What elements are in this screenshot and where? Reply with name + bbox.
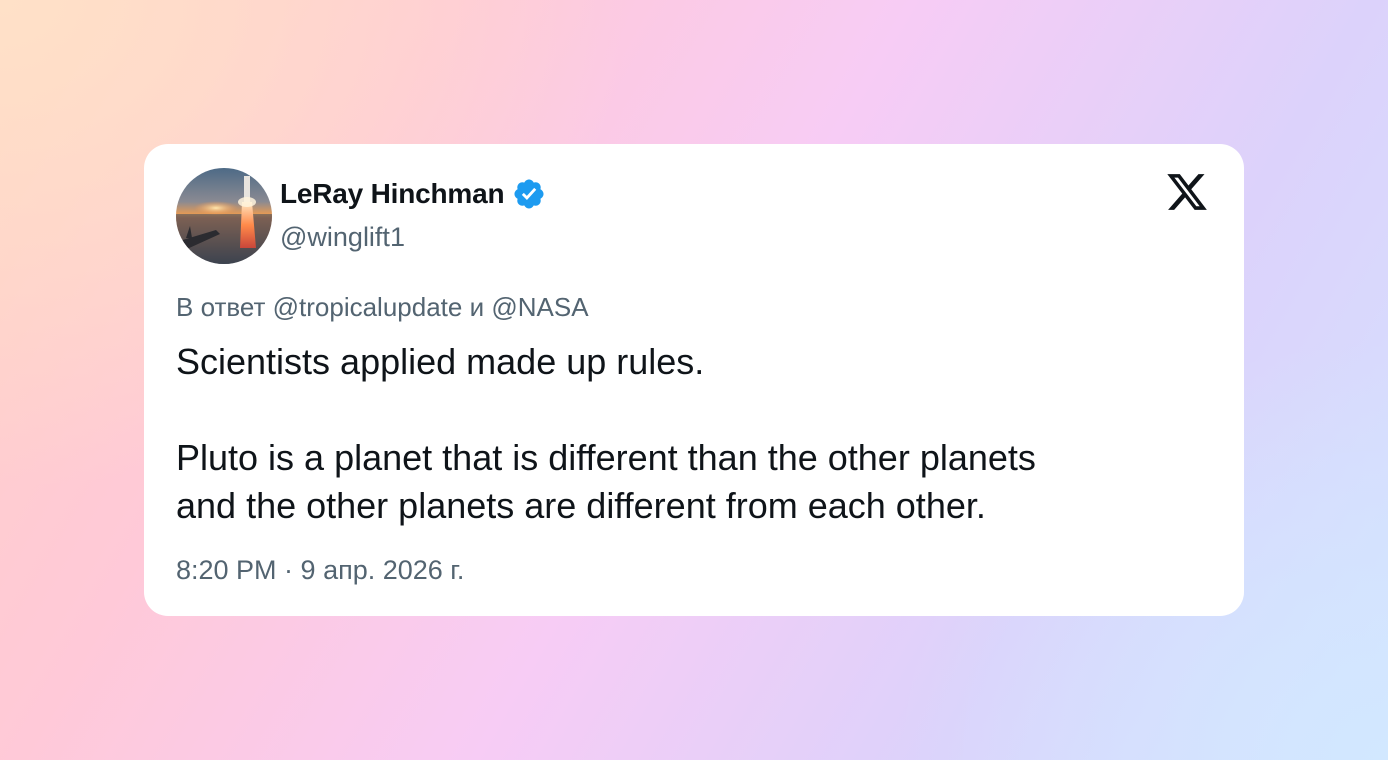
tweet-paragraph-2-line-1: Pluto is a planet that is different than… — [176, 437, 1036, 478]
reply-conjunction: и — [469, 292, 485, 322]
tweet-paragraph-2-line-2: and the other planets are different from… — [176, 485, 986, 526]
verified-badge-icon — [512, 177, 546, 211]
author-avatar[interactable] — [176, 168, 272, 264]
tweet-paragraph-1: Scientists applied made up rules. — [176, 341, 705, 382]
reply-context: В ответ @tropicalupdate и @NASA — [176, 292, 589, 323]
author-handle[interactable]: @winglift1 — [280, 222, 405, 253]
tweet-timestamp[interactable]: 8:20 PM · 9 апр. 2026 г. — [176, 555, 464, 586]
tweet-text: Scientists applied made up rules. Pluto … — [176, 338, 1216, 530]
author-display-name[interactable]: LeRay Hinchman — [280, 178, 505, 210]
author-name-row: LeRay Hinchman — [280, 176, 546, 212]
x-logo-icon[interactable] — [1164, 170, 1210, 214]
tweet-card: LeRay Hinchman @winglift1 В ответ @tropi… — [144, 144, 1244, 616]
avatar-photo — [176, 168, 272, 264]
reply-mention-nasa[interactable]: @NASA — [491, 292, 588, 322]
reply-mention-tropicalupdate[interactable]: @tropicalupdate — [273, 292, 463, 322]
reply-prefix: В ответ — [176, 292, 266, 322]
